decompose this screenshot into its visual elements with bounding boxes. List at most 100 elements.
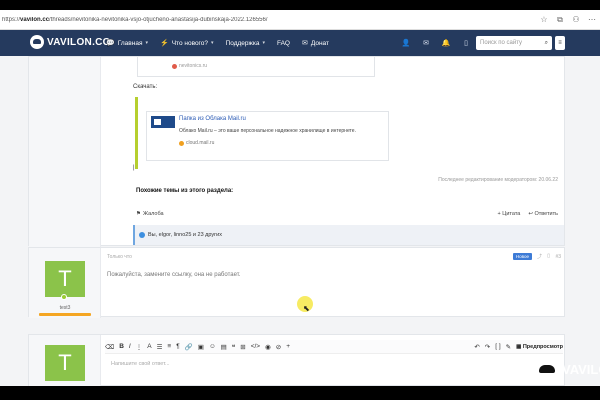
insert-icon[interactable]: +	[286, 343, 290, 350]
image-icon[interactable]: ▣	[198, 343, 204, 351]
post-time[interactable]: Только что	[107, 254, 132, 260]
avatar[interactable]: T	[45, 261, 85, 297]
spoiler-icon[interactable]: ◉	[265, 343, 271, 351]
bookmark-icon[interactable]: ▯	[547, 253, 550, 259]
nav-item-whats-new[interactable]: ⚡ Что нового? ▾	[160, 39, 214, 48]
extension-icon[interactable]: ⧉	[552, 13, 568, 27]
mail-favicon-icon	[179, 140, 184, 146]
quote-source-text: nevitonics.ru	[179, 63, 208, 69]
username[interactable]: test3	[29, 305, 101, 311]
drafts-icon[interactable]: ✎	[506, 343, 511, 351]
menu-icon[interactable]: ⋯	[584, 13, 600, 27]
nav-item-support[interactable]: Поддержка ▾	[226, 40, 265, 47]
chevron-down-icon: ▾	[262, 40, 265, 46]
user-icon[interactable]: 👤	[396, 30, 416, 56]
italic-icon[interactable]: I	[129, 343, 131, 350]
search-input[interactable]: Поиск по сайту ⌕	[476, 36, 552, 50]
bookmark-icon[interactable]: ▯	[456, 30, 476, 56]
mail-icon[interactable]: ✉	[416, 30, 436, 56]
site-favicon-icon	[172, 63, 177, 69]
text-cursor-mark: |	[133, 165, 135, 171]
search-options-button[interactable]: ≡	[555, 36, 565, 50]
nav-item-donate[interactable]: ✉ Донат	[302, 39, 330, 48]
quote-icon[interactable]: ❝	[232, 343, 236, 351]
quote-label: Цитата	[502, 211, 521, 217]
hide-icon[interactable]: ⊘	[276, 343, 281, 351]
address-bar[interactable]: https://vavilon.cc/threads/nevitonika-ne…	[0, 10, 600, 30]
link-domain-text: cloud.mail.ru	[186, 140, 215, 146]
avatar-letter: T	[58, 266, 72, 291]
star-icon[interactable]: ☆	[536, 13, 552, 27]
paragraph-icon[interactable]: ¶	[176, 343, 180, 350]
gift-icon: ✉	[302, 40, 308, 47]
post-body: Пожалуйста, замените ссылку, она не рабо…	[107, 272, 241, 278]
avatar: T	[45, 345, 85, 381]
quote-link-card[interactable]: nevitonics.ru	[137, 57, 375, 77]
preview-button[interactable]: ▦ Предпросмотр	[516, 344, 563, 350]
bold-icon[interactable]: B	[119, 343, 124, 350]
reply-arrow-icon: ↩	[528, 211, 533, 217]
online-indicator-icon	[61, 294, 67, 300]
post-number[interactable]: #3	[555, 254, 561, 260]
hat-logo-icon	[30, 35, 44, 49]
plus-icon: +	[497, 211, 501, 217]
clear-format-icon[interactable]: ⌫	[105, 343, 114, 351]
like-reaction-icon	[139, 232, 145, 238]
text-color-icon[interactable]: A	[147, 343, 151, 350]
preview-icon: ▦	[516, 343, 522, 350]
user-rank-bar	[39, 313, 91, 316]
link-title[interactable]: Папка из Облака Mail.ru	[179, 116, 246, 122]
site-nav: VAVILON.CC 💬 Главная ▾ ⚡ Что нового? ▾ П…	[0, 30, 600, 56]
quote-source[interactable]: nevitonics.ru	[172, 63, 207, 69]
link-domain: cloud.mail.ru	[179, 140, 214, 146]
list-icon[interactable]: ☰	[157, 343, 163, 351]
reactions-bar[interactable]: Вы, elgor, linno25 и 23 других	[133, 225, 564, 245]
new-badge: Новое	[512, 253, 532, 260]
chevron-down-icon: ▾	[211, 40, 214, 46]
profile-icon[interactable]: ⚇	[568, 13, 584, 27]
emoji-icon[interactable]: ☺	[209, 343, 216, 350]
editor-toolbar: ⌫ B I ⋮ A ☰ ≡ ¶ 🔗 ▣ ☺ ▤ ❝ ⊞ </> ◉ ⊘ + ↶ …	[105, 340, 563, 354]
reply-button[interactable]: ↩ Ответить	[528, 211, 558, 217]
media-icon[interactable]: ▤	[221, 343, 227, 351]
reactions-text[interactable]: Вы, elgor, linno25 и 23 других	[148, 232, 222, 238]
mouse-pointer-icon: ⬉	[303, 304, 310, 313]
url-text[interactable]: https://vavilon.cc/threads/nevitonika-ne…	[2, 17, 536, 23]
chevron-down-icon: ▾	[145, 40, 148, 46]
reply-box: T ⌫ B I ⋮ A ☰ ≡ ¶ 🔗 ▣ ☺ ▤ ❝ ⊞ </> ◉ ⊘ + …	[28, 334, 565, 386]
more-text-icon[interactable]: ⋮	[136, 343, 143, 351]
logo-text: VAVILON.CC	[47, 36, 111, 48]
site-logo[interactable]: VAVILON.CC	[30, 35, 110, 49]
nav-item-label: Поддержка	[225, 39, 260, 47]
download-label: Скачать:	[133, 84, 158, 90]
watermark-text: VAVILON	[562, 361, 600, 377]
table-icon[interactable]: ⊞	[240, 343, 245, 351]
hat-watermark-icon	[534, 356, 560, 382]
share-icon[interactable]: ⤴	[537, 253, 542, 260]
preview-label: Предпросмотр	[522, 343, 563, 350]
nav-item-home[interactable]: 💬 Главная ▾	[106, 39, 148, 48]
reply-user-column: T	[29, 335, 101, 386]
code-icon[interactable]: </>	[251, 343, 260, 350]
reply-label: Ответить	[534, 211, 558, 217]
link-preview-card[interactable]: Папка из Облака Mail.ru Облако Mail.ru –…	[146, 111, 389, 161]
flag-icon: ⚑	[136, 211, 141, 217]
nav-item-label: FAQ	[276, 39, 290, 47]
redo-icon[interactable]: ↷	[485, 343, 490, 351]
report-link[interactable]: ⚑ Жалоба	[136, 211, 164, 217]
last-edited-note: Последнее редактирование модератором: 20…	[438, 177, 558, 183]
nav-item-faq[interactable]: FAQ	[277, 40, 290, 47]
bbcode-icon[interactable]: [ ]	[495, 343, 500, 350]
screen: https://vavilon.cc/threads/nevitonika-ne…	[0, 0, 600, 400]
link-icon[interactable]: 🔗	[185, 343, 193, 351]
bell-icon[interactable]: 🔔	[436, 30, 456, 56]
chat-icon: 💬	[106, 40, 115, 47]
undo-icon[interactable]: ↶	[474, 343, 479, 351]
search-icon[interactable]: ⌕	[545, 40, 548, 47]
nav-item-label: Донат	[310, 39, 330, 47]
similar-threads-heading: Похожие темы из этого раздела:	[136, 188, 234, 194]
reply-editor-input[interactable]: Напишите свой ответ...	[111, 361, 170, 367]
align-icon[interactable]: ≡	[167, 343, 171, 350]
nav-icons: 👤 ✉ 🔔 ▯	[396, 30, 476, 56]
quote-button[interactable]: + Цитата	[498, 211, 521, 217]
